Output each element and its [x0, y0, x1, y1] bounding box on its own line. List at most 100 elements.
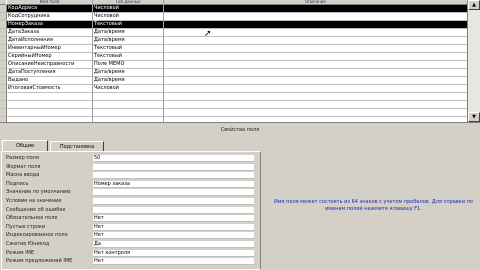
property-row: Размер поля 50	[6, 155, 261, 162]
data-type-cell[interactable]: Дата/время	[93, 37, 164, 44]
data-type-cell[interactable]: Текстовый	[93, 21, 164, 28]
property-value-field[interactable]	[93, 206, 254, 214]
tab-general[interactable]: Общие	[2, 140, 48, 151]
data-type-cell[interactable]: Числовой	[93, 85, 164, 92]
mouse-cursor-icon: ➚	[204, 29, 212, 39]
property-value-field[interactable]: Да	[93, 241, 254, 248]
property-label: Индексированное поле	[6, 232, 68, 239]
row-selector[interactable]	[0, 109, 7, 116]
property-label: Размер поля	[6, 155, 39, 161]
field-name-cell[interactable]: ДатаПоступления	[7, 69, 92, 76]
general-properties-panel: Размер поля 50 Формат поля Маска ввода Подпи…	[1, 151, 261, 270]
table-row[interactable]: ДатаПоступления Дата/время	[0, 69, 467, 77]
property-label: Сообщение об ошибке	[6, 206, 66, 213]
row-selector[interactable]	[0, 53, 7, 60]
table-row[interactable]	[0, 93, 467, 101]
property-row: Обязательное поле Нет	[6, 215, 261, 223]
column-divider	[92, 0, 93, 122]
row-selector[interactable]	[0, 29, 7, 36]
property-row: Сообщение об ошибке	[6, 206, 261, 214]
row-selector[interactable]	[0, 77, 7, 84]
data-type-cell[interactable]: Текстовый	[93, 53, 164, 60]
property-value-field[interactable]: Нет контроля	[93, 249, 254, 257]
row-selector[interactable]	[0, 13, 7, 20]
property-value-field[interactable]: Номер заказа	[93, 180, 254, 188]
property-row: Сжатие Юникод Да	[6, 241, 261, 248]
property-label: Сжатие Юникод	[6, 241, 50, 247]
property-row: Пустые строки Нет	[6, 223, 261, 231]
field-name-cell[interactable]: ОписаниеНеисправности	[7, 61, 92, 68]
property-row: Значение по умолчанию	[6, 189, 261, 197]
property-value-field[interactable]	[93, 198, 254, 205]
vertical-scrollbar[interactable]: ▲ ▼	[467, 0, 480, 122]
table-row[interactable]: КодСотрудника Числовой	[0, 13, 467, 21]
property-row: Формат поля	[6, 163, 261, 171]
table-row[interactable]: ИнвентарныйНомер Текстовый	[0, 45, 467, 53]
row-selector[interactable]	[0, 85, 7, 92]
property-row: Индексированное поле Нет	[6, 232, 261, 240]
property-label: Условие на значение	[6, 198, 62, 204]
help-text: Имя поля может состоять из 64 знаков с у…	[274, 199, 473, 212]
table-row[interactable]	[0, 109, 467, 117]
field-name-cell[interactable]: ДатаИсполнения	[7, 37, 92, 44]
row-selector[interactable]	[0, 61, 7, 68]
field-name-cell[interactable]: Выдано	[7, 77, 92, 84]
property-value-field[interactable]: 50	[93, 155, 254, 162]
row-selector[interactable]	[0, 45, 7, 52]
data-type-cell[interactable]: Числовой	[93, 5, 164, 12]
data-type-cell[interactable]: Дата/время	[93, 69, 164, 76]
field-name-cell[interactable]: ИнвентарныйНомер	[7, 45, 92, 52]
data-type-cell[interactable]: Дата/время	[93, 77, 164, 84]
field-name-cell[interactable]: КодСотрудника	[7, 13, 92, 20]
table-row[interactable]: ОписаниеНеисправности Поле MEMO	[0, 61, 467, 69]
property-row: Условие на значение	[6, 198, 261, 205]
property-label: Маска ввода	[6, 172, 40, 179]
property-label: Режим предложений IME	[6, 258, 73, 265]
scroll-up-icon[interactable]: ▲	[468, 0, 480, 10]
table-row[interactable]: ИтоговаяСтоимость Числовой	[0, 85, 467, 93]
row-selector[interactable]	[0, 93, 7, 100]
table-row[interactable]: НомерЗаказа Текстовый	[0, 21, 467, 29]
property-label: Обязательное поле	[6, 215, 58, 222]
property-label: Подпись	[6, 180, 29, 187]
row-selector[interactable]	[0, 5, 7, 12]
field-name-cell[interactable]: НомерЗаказа	[7, 21, 92, 28]
table-row[interactable]: ДатаИсполнения Дата/время	[0, 37, 467, 45]
row-selector[interactable]	[0, 101, 7, 108]
field-design-grid: Имя поля Тип данных Описание КодАдреса Чи…	[0, 0, 468, 125]
property-row: Режим IME Нет контроля	[6, 249, 261, 257]
property-row: Подпись Номер заказа	[6, 180, 261, 188]
property-label: Формат поля	[6, 163, 41, 170]
field-name-cell[interactable]: ДатаЗаказа	[7, 29, 92, 36]
data-type-cell[interactable]: Текстовый	[93, 45, 164, 52]
property-value-field[interactable]	[93, 172, 254, 180]
table-row[interactable]: КодАдреса Числовой	[0, 5, 467, 13]
tab-lookup[interactable]: Подстановка	[50, 141, 104, 151]
property-value-field[interactable]: Нет	[93, 223, 254, 231]
field-name-cell[interactable]: ИтоговаяСтоимость	[7, 85, 92, 92]
table-row[interactable]: Выдано Дата/время	[0, 77, 467, 85]
property-value-field[interactable]	[93, 163, 254, 171]
row-selector[interactable]	[0, 21, 7, 28]
property-label: Режим IME	[6, 249, 35, 256]
table-row[interactable]: СерийныйНомер Текстовый	[0, 53, 467, 61]
property-value-field[interactable]: Нет	[93, 232, 254, 240]
property-row: Маска ввода	[6, 172, 261, 180]
field-properties-title: Свойства поля	[220, 127, 260, 133]
field-name-cell[interactable]: КодАдреса	[7, 5, 92, 12]
property-value-field[interactable]: Нет	[93, 258, 254, 266]
property-value-field[interactable]	[93, 189, 254, 197]
table-row[interactable]: ДатаЗаказа Дата/время	[0, 29, 467, 37]
data-type-cell[interactable]: Числовой	[93, 13, 164, 20]
table-row[interactable]	[0, 101, 467, 109]
data-type-cell[interactable]: Поле MEMO	[93, 61, 164, 68]
property-label: Пустые строки	[6, 223, 46, 230]
field-name-cell[interactable]: СерийныйНомер	[7, 53, 92, 60]
row-selector[interactable]	[0, 69, 7, 76]
row-selector[interactable]	[0, 37, 7, 44]
scroll-down-icon[interactable]: ▼	[468, 112, 480, 122]
help-panel: Имя поля может состоять из 64 знаков с у…	[263, 143, 480, 270]
property-value-field[interactable]: Нет	[93, 215, 254, 223]
data-type-cell[interactable]: Дата/время	[93, 29, 164, 36]
property-row: Режим предложений IME Нет	[6, 258, 261, 266]
